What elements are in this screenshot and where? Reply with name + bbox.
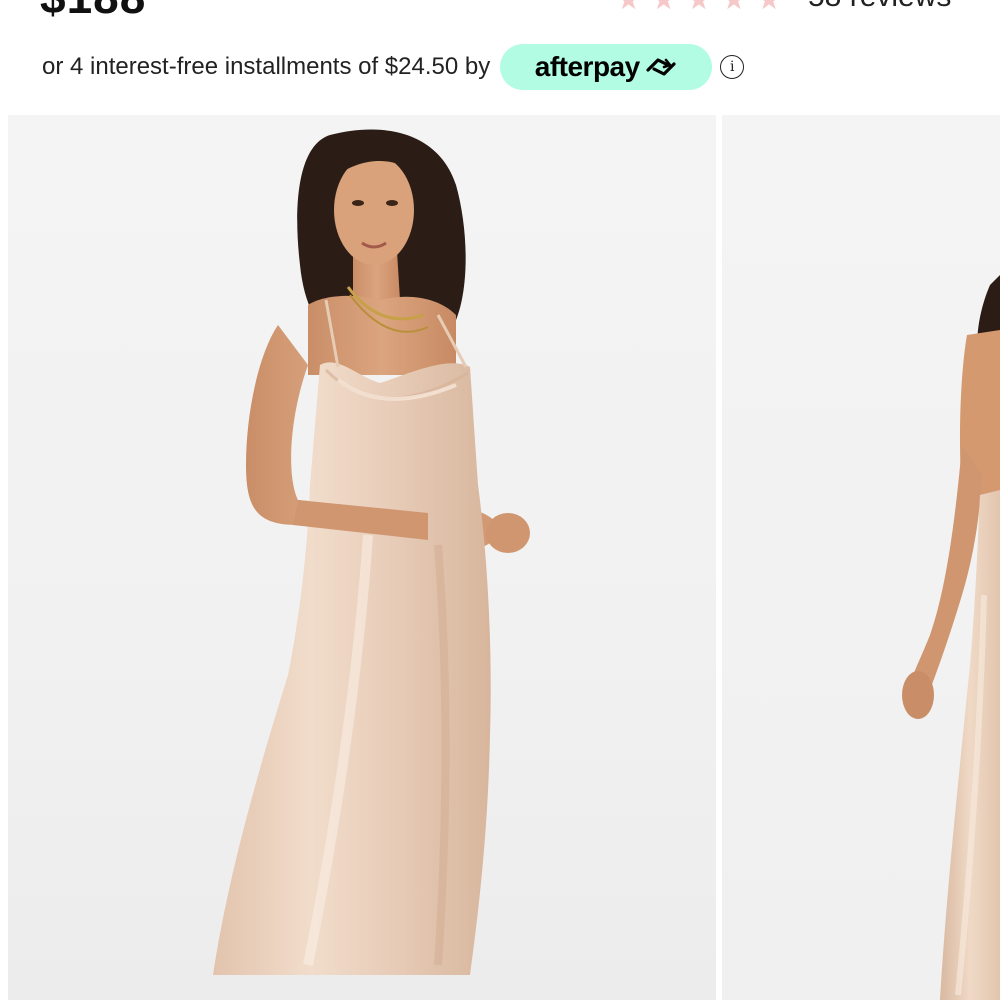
installments-text: or 4 interest-free installments of $24.5…: [42, 53, 491, 80]
model-side-illustration: [902, 275, 1000, 1000]
afterpay-badge[interactable]: afterpay: [500, 44, 713, 90]
afterpay-arrows-icon: [644, 55, 678, 79]
installments-row: or 4 interest-free installments of $24.5…: [42, 44, 745, 90]
star-icon: ★: [651, 0, 676, 14]
star-icon: ★: [756, 0, 781, 14]
rating-stars[interactable]: ★ ★ ★ ★ ★: [616, 0, 782, 14]
product-photo-secondary[interactable]: [722, 115, 1000, 1000]
star-icon: ★: [686, 0, 711, 14]
star-icon: ★: [721, 0, 746, 14]
review-count-link[interactable]: 58 reviews: [808, 0, 951, 14]
info-icon[interactable]: i: [720, 55, 745, 79]
gallery-left-edge: [0, 115, 8, 1000]
price-rating-strip: $188 ★ ★ ★ ★ ★ 58 reviews: [0, 0, 1000, 20]
product-photo-main[interactable]: [8, 115, 716, 1000]
afterpay-wordmark: afterpay: [534, 51, 640, 82]
product-page: $188 ★ ★ ★ ★ ★ 58 reviews or 4 interest-…: [0, 0, 1000, 1000]
product-price: $188: [40, 0, 146, 20]
product-image-gallery[interactable]: [0, 115, 1000, 1000]
model-front-illustration: [213, 129, 530, 975]
star-icon: ★: [616, 0, 641, 14]
